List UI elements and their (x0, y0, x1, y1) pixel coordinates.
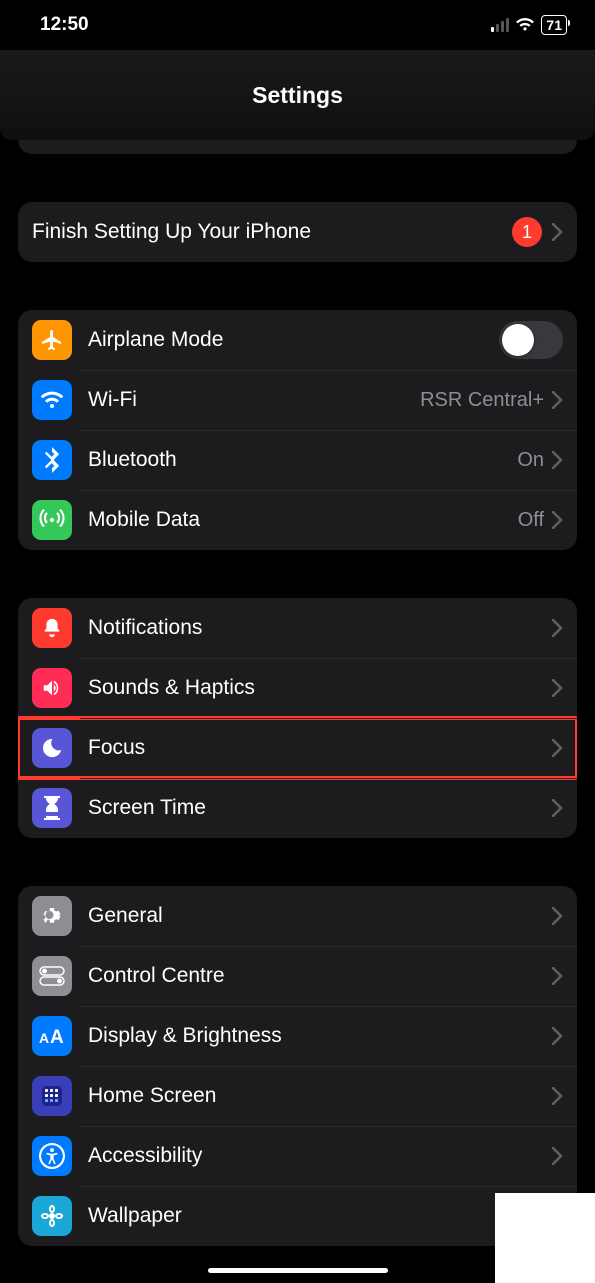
finish-setup-row[interactable]: Finish Setting Up Your iPhone 1 (18, 202, 577, 262)
chevron-right-icon (552, 619, 563, 637)
airplane-mode-row[interactable]: Airplane Mode (18, 310, 577, 370)
battery-indicator: 71 (541, 15, 567, 35)
chevron-right-icon (552, 799, 563, 817)
profile-section-stub[interactable] (18, 140, 577, 154)
chevron-right-icon (552, 1147, 563, 1165)
wifi-icon (515, 18, 535, 32)
chevron-right-icon (552, 511, 563, 529)
antenna-icon (32, 500, 72, 540)
notifications-label: Notifications (88, 616, 552, 640)
airplane-icon (32, 320, 72, 360)
chevron-right-icon (552, 739, 563, 757)
flower-icon (32, 1196, 72, 1236)
gear-icon (32, 896, 72, 936)
display-row[interactable]: AA Display & Brightness (18, 1006, 577, 1066)
mobile-data-row[interactable]: Mobile Data Off (18, 490, 577, 550)
home-grid-icon (32, 1076, 72, 1116)
wifi-settings-icon (32, 380, 72, 420)
bluetooth-row[interactable]: Bluetooth On (18, 430, 577, 490)
screen-time-label: Screen Time (88, 796, 552, 820)
svg-text:A: A (39, 1030, 49, 1046)
general-label: General (88, 904, 552, 928)
chevron-right-icon (552, 907, 563, 925)
speaker-icon (32, 668, 72, 708)
accessibility-icon (32, 1136, 72, 1176)
mobile-data-value: Off (518, 509, 544, 532)
svg-text:A: A (50, 1027, 64, 1046)
focus-label: Focus (88, 736, 552, 760)
page-title: Settings (252, 82, 343, 109)
chevron-right-icon (552, 1087, 563, 1105)
focus-row[interactable]: Focus (18, 718, 577, 778)
chevron-right-icon (552, 451, 563, 469)
chevron-right-icon (552, 391, 563, 409)
wifi-value: RSR Central+ (420, 389, 544, 412)
wallpaper-row[interactable]: Wallpaper (18, 1186, 577, 1246)
control-centre-row[interactable]: Control Centre (18, 946, 577, 1006)
cellular-signal-icon (491, 18, 509, 32)
toggles-icon (32, 956, 72, 996)
setup-badge: 1 (512, 217, 542, 247)
chevron-right-icon (552, 1027, 563, 1045)
screen-time-row[interactable]: Screen Time (18, 778, 577, 838)
home-indicator[interactable] (208, 1268, 388, 1273)
sounds-label: Sounds & Haptics (88, 676, 552, 700)
bell-icon (32, 608, 72, 648)
accessibility-label: Accessibility (88, 1144, 552, 1168)
bluetooth-value: On (517, 449, 544, 472)
home-screen-row[interactable]: Home Screen (18, 1066, 577, 1126)
status-bar: 12:50 71 (0, 0, 595, 50)
wifi-label: Wi-Fi (88, 388, 420, 412)
bluetooth-icon (32, 440, 72, 480)
control-centre-label: Control Centre (88, 964, 552, 988)
wallpaper-label: Wallpaper (88, 1204, 563, 1228)
wifi-row[interactable]: Wi-Fi RSR Central+ (18, 370, 577, 430)
airplane-label: Airplane Mode (88, 328, 499, 352)
mobile-data-label: Mobile Data (88, 508, 518, 532)
clock: 12:50 (40, 14, 89, 36)
airplane-toggle[interactable] (499, 321, 563, 359)
overlay-box (495, 1193, 595, 1283)
chevron-right-icon (552, 967, 563, 985)
notifications-row[interactable]: Notifications (18, 598, 577, 658)
accessibility-row[interactable]: Accessibility (18, 1126, 577, 1186)
nav-header: Settings (0, 50, 595, 140)
sounds-row[interactable]: Sounds & Haptics (18, 658, 577, 718)
home-screen-label: Home Screen (88, 1084, 552, 1108)
hourglass-icon (32, 788, 72, 828)
general-row[interactable]: General (18, 886, 577, 946)
chevron-right-icon (552, 679, 563, 697)
display-label: Display & Brightness (88, 1024, 552, 1048)
text-size-icon: AA (32, 1016, 72, 1056)
finish-setup-label: Finish Setting Up Your iPhone (32, 220, 512, 244)
moon-icon (32, 728, 72, 768)
bluetooth-label: Bluetooth (88, 448, 517, 472)
chevron-right-icon (552, 223, 563, 241)
